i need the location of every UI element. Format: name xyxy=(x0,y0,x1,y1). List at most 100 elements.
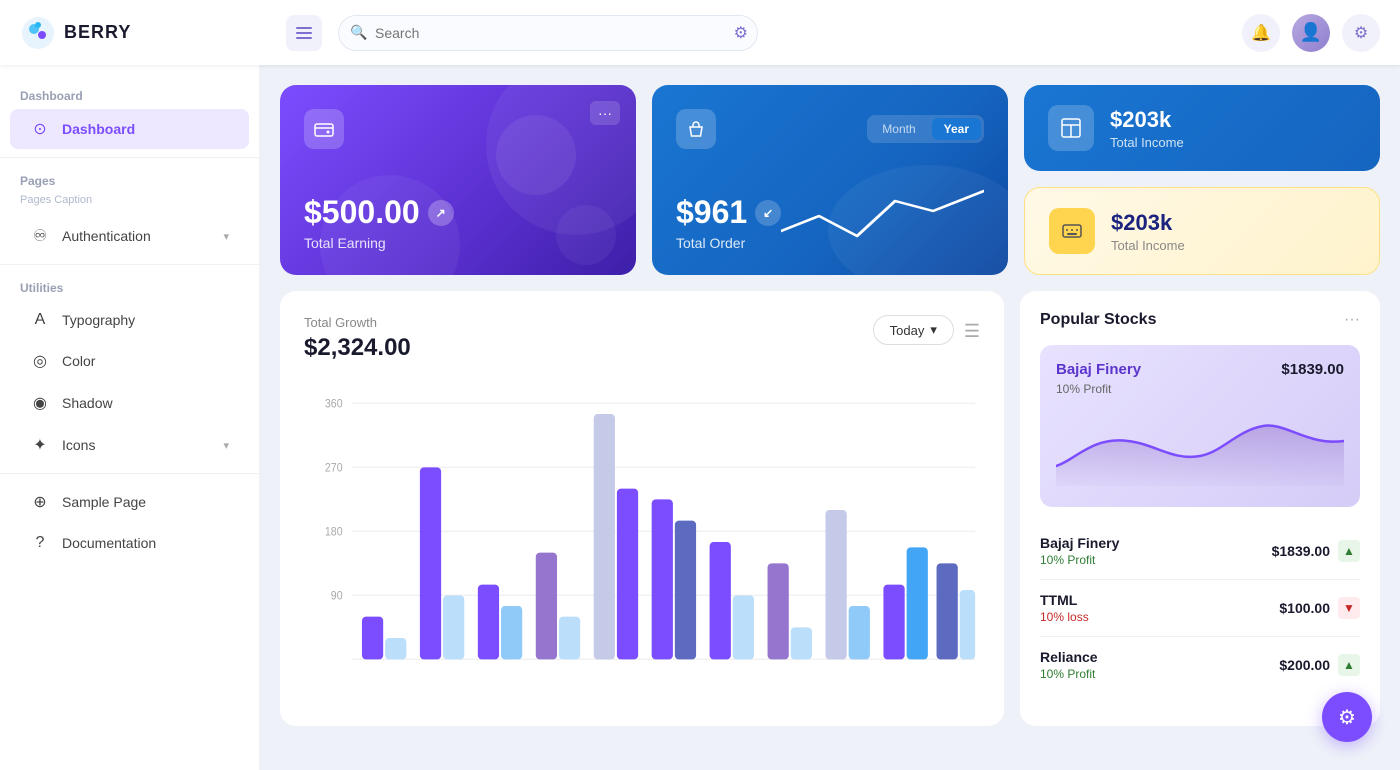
stock-row-profit: 10% loss xyxy=(1040,610,1089,624)
stock-featured-chart xyxy=(1056,406,1344,486)
chevron-down-icon-2: ▾ xyxy=(223,439,229,452)
sidebar-item-authentication[interactable]: ♾ Authentication ▾ xyxy=(10,216,249,256)
income-yellow-label: Total Income xyxy=(1111,238,1185,253)
card-income-blue: $203k Total Income xyxy=(1024,85,1380,171)
stocks-menu-button[interactable]: ··· xyxy=(1344,311,1360,329)
sidebar-divider-3 xyxy=(0,473,259,474)
earning-menu-button[interactable]: ··· xyxy=(590,101,620,125)
bottom-row: Total Growth $2,324.00 Today ▾ ☰ xyxy=(280,291,1380,726)
stock-rows-container: Bajaj Finery 10% Profit $1839.00 ▲ TTML … xyxy=(1040,523,1360,693)
table-icon xyxy=(1060,117,1082,139)
tab-year[interactable]: Year xyxy=(932,118,981,140)
stock-trend-icon: ▲ xyxy=(1338,540,1360,562)
fab-settings-button[interactable]: ⚙ xyxy=(1322,692,1372,742)
top-cards-row: ··· $500.00 ↗ Total Earning xyxy=(280,85,1380,275)
logo-area: BERRY xyxy=(20,15,270,51)
main-layout: Dashboard ⊙ Dashboard Pages Pages Captio… xyxy=(0,65,1400,770)
income-yellow-amount: $203k xyxy=(1111,210,1185,236)
sidebar-section-pages: Pages xyxy=(0,166,259,192)
sidebar-item-color[interactable]: ◎ Color xyxy=(10,341,249,381)
income-yellow-text: $203k Total Income xyxy=(1111,210,1185,253)
order-header: Month Year xyxy=(676,109,984,149)
search-input[interactable] xyxy=(338,15,758,51)
content-area: ··· $500.00 ↗ Total Earning xyxy=(260,65,1400,770)
growth-title: Total Growth xyxy=(304,315,411,330)
income-blue-text: $203k Total Income xyxy=(1110,107,1184,150)
dashboard-icon: ⊙ xyxy=(30,119,50,139)
notification-button[interactable]: 🔔 xyxy=(1242,14,1280,52)
stocks-header: Popular Stocks ··· xyxy=(1040,311,1360,329)
growth-amount: $2,324.00 xyxy=(304,334,411,362)
income-blue-icon xyxy=(1048,105,1094,151)
earning-trend-icon: ↗ xyxy=(428,200,454,226)
growth-header: Total Growth $2,324.00 Today ▾ ☰ xyxy=(304,315,980,362)
stock-row: Bajaj Finery 10% Profit $1839.00 ▲ xyxy=(1040,523,1360,580)
sidebar-item-icons-label: Icons xyxy=(62,437,211,453)
stock-row-right: $200.00 ▲ xyxy=(1279,654,1360,676)
sidebar-item-typography-label: Typography xyxy=(62,312,229,328)
order-bottom: $961 ↙ Total Order xyxy=(676,181,984,251)
logo-icon xyxy=(20,15,56,51)
color-icon: ◎ xyxy=(30,351,50,371)
chevron-down-icon-3: ▾ xyxy=(930,322,937,338)
sidebar-divider-1 xyxy=(0,157,259,158)
order-tab-group: Month Year xyxy=(867,115,984,143)
order-chart xyxy=(781,181,984,251)
income-blue-amount: $203k xyxy=(1110,107,1184,133)
sidebar-item-shadow-label: Shadow xyxy=(62,395,229,411)
right-cards: $203k Total Income xyxy=(1024,85,1380,275)
sidebar-item-shadow[interactable]: ◉ Shadow xyxy=(10,383,249,423)
sidebar-item-documentation[interactable]: ? Documentation xyxy=(10,524,249,562)
today-filter-button[interactable]: Today ▾ xyxy=(873,315,954,345)
order-trend-icon: ↙ xyxy=(755,200,781,226)
stock-row-name: Reliance xyxy=(1040,649,1098,665)
search-bar: 🔍 ⚙ xyxy=(338,15,758,51)
header: BERRY 🔍 ⚙ 🔔 👤 ⚙ xyxy=(0,0,1400,65)
sidebar-item-documentation-label: Documentation xyxy=(62,535,229,551)
sidebar-item-sample-page[interactable]: ⊕ Sample Page xyxy=(10,482,249,522)
stock-featured-name: Bajaj Finery xyxy=(1056,361,1141,378)
order-amount: $961 ↙ xyxy=(676,194,781,231)
sidebar-section-utilities: Utilities xyxy=(0,273,259,299)
sidebar-item-sample-page-label: Sample Page xyxy=(62,494,229,510)
stock-row-profit: 10% Profit xyxy=(1040,667,1098,681)
header-right: 🔔 👤 ⚙ xyxy=(1242,14,1380,52)
tab-month[interactable]: Month xyxy=(870,118,927,140)
stock-row: TTML 10% loss $100.00 ▼ xyxy=(1040,580,1360,637)
auth-icon: ♾ xyxy=(30,226,50,246)
sidebar-section-dashboard: Dashboard xyxy=(0,81,259,107)
sidebar-divider-2 xyxy=(0,264,259,265)
sidebar-item-dashboard[interactable]: ⊙ Dashboard xyxy=(10,109,249,149)
stock-trend-icon: ▼ xyxy=(1338,597,1360,619)
settings-button[interactable]: ⚙ xyxy=(1342,14,1380,52)
sidebar-item-auth-label: Authentication xyxy=(62,228,211,244)
stock-row-price: $200.00 xyxy=(1279,657,1330,673)
icons-icon: ✦ xyxy=(30,435,50,455)
stock-row-profit: 10% Profit xyxy=(1040,553,1119,567)
growth-controls: Today ▾ ☰ xyxy=(873,315,980,345)
logo-text: BERRY xyxy=(64,22,131,43)
hamburger-button[interactable] xyxy=(286,15,322,51)
svg-text:180: 180 xyxy=(325,526,343,539)
stock-row-price: $1839.00 xyxy=(1272,543,1330,559)
stock-row-left: TTML 10% loss xyxy=(1040,592,1089,624)
stock-row-price: $100.00 xyxy=(1279,600,1330,616)
svg-text:90: 90 xyxy=(331,590,343,603)
stock-row-left: Bajaj Finery 10% Profit xyxy=(1040,535,1119,567)
shadow-icon: ◉ xyxy=(30,393,50,413)
sidebar-item-typography[interactable]: A Typography xyxy=(10,301,249,339)
chart-menu-button[interactable]: ☰ xyxy=(964,321,980,342)
stock-row-right: $100.00 ▼ xyxy=(1279,597,1360,619)
stock-featured-profit: 10% Profit xyxy=(1056,382,1344,396)
earning-icon-box xyxy=(304,109,344,149)
card-income-yellow: $203k Total Income xyxy=(1024,187,1380,275)
search-filter-button[interactable]: ⚙ xyxy=(734,23,748,43)
stock-row-name: TTML xyxy=(1040,592,1089,608)
stock-row: Reliance 10% Profit $200.00 ▲ xyxy=(1040,637,1360,693)
search-icon: 🔍 xyxy=(350,24,367,41)
svg-text:270: 270 xyxy=(325,462,343,475)
avatar[interactable]: 👤 xyxy=(1292,14,1330,52)
stock-featured: Bajaj Finery $1839.00 10% Profit xyxy=(1040,345,1360,507)
sidebar-item-icons[interactable]: ✦ Icons ▾ xyxy=(10,425,249,465)
bag-icon xyxy=(686,119,706,139)
